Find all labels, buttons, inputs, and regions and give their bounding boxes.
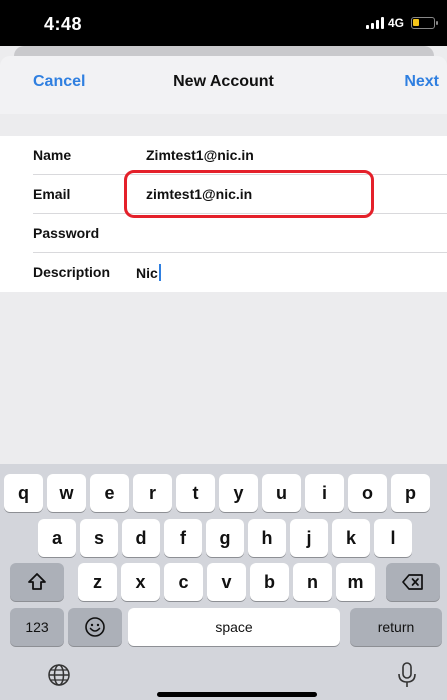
password-label: Password [33,225,100,241]
shift-key[interactable] [10,563,64,601]
description-value: Nic [136,265,158,281]
key-y[interactable]: y [219,474,258,512]
key-j[interactable]: j [290,519,328,557]
battery-icon [411,17,438,29]
key-n[interactable]: n [293,563,332,601]
key-s[interactable]: s [80,519,118,557]
key-l[interactable]: l [374,519,412,557]
backspace-key[interactable] [386,563,440,601]
next-button[interactable]: Next [404,73,439,91]
key-k[interactable]: k [332,519,370,557]
text-cursor [158,264,161,281]
description-label: Description [33,264,111,280]
key-m[interactable]: m [336,563,375,601]
key-z[interactable]: z [78,563,117,601]
dictation-button[interactable] [390,658,424,692]
status-bar: 4:48 4G [0,0,447,46]
description-row[interactable]: Description Nic [0,253,447,292]
key-c[interactable]: c [164,563,203,601]
password-row[interactable]: Password [0,214,447,253]
key-t[interactable]: t [176,474,215,512]
name-field[interactable]: Zimtest1@nic.in [146,147,254,163]
return-key[interactable]: return [350,608,442,646]
key-a[interactable]: a [38,519,76,557]
key-p[interactable]: p [391,474,430,512]
screen: 4:48 4G Cancel New Account Next Name Zim… [0,0,447,700]
key-f[interactable]: f [164,519,202,557]
name-label: Name [33,147,72,163]
emoji-key[interactable] [68,608,122,646]
status-indicators: 4G [365,16,438,30]
key-x[interactable]: x [121,563,160,601]
key-w[interactable]: w [47,474,86,512]
key-v[interactable]: v [207,563,246,601]
globe-button[interactable] [42,660,76,690]
numbers-key[interactable]: 123 [10,608,64,646]
page-title: New Account [173,73,274,90]
status-time: 4:48 [44,14,83,34]
space-key[interactable]: space [128,608,340,646]
key-i[interactable]: i [305,474,344,512]
nav-bar: Cancel New Account Next [0,56,447,114]
key-e[interactable]: e [90,474,129,512]
email-label: Email [33,186,71,202]
key-r[interactable]: r [133,474,172,512]
microphone-icon [398,662,416,687]
backspace-icon [402,574,423,590]
key-g[interactable]: g [206,519,244,557]
key-h[interactable]: h [248,519,286,557]
home-indicator[interactable] [157,692,317,697]
globe-icon [48,664,70,686]
email-highlight-box [124,170,374,218]
shift-icon [28,573,46,590]
key-q[interactable]: q [4,474,43,512]
description-field[interactable]: Nic [136,264,161,281]
key-u[interactable]: u [262,474,301,512]
network-type: 4G [387,16,404,30]
key-o[interactable]: o [348,474,387,512]
key-d[interactable]: d [122,519,160,557]
emoji-icon [85,617,105,637]
signal-icon [365,17,384,29]
key-b[interactable]: b [250,563,289,601]
